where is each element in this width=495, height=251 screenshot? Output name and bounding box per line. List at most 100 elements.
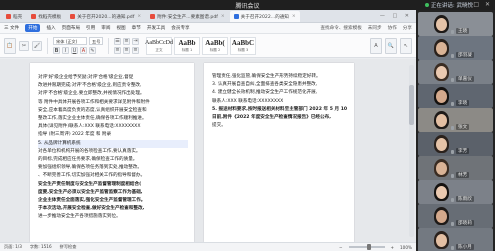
word-count[interactable]: 字数: 1516 <box>30 244 52 250</box>
menu-item[interactable]: 视图 <box>116 25 125 31</box>
document-page-1[interactable]: 对评'好'级企业给予奖励;对评'合格'级企业,督促 改进并限期完成;对评'不合格'… <box>30 63 194 242</box>
zoom-slider[interactable] <box>348 244 385 250</box>
document-text-line: 指导 (附三周评) 2022 年度 和 附录 <box>38 132 112 138</box>
participant-video-tile[interactable]: 林芳 <box>418 156 493 180</box>
document-tab[interactable]: 找稻壳模板 <box>27 11 65 22</box>
menu-right-item[interactable]: 查找命令、搜索模板 <box>320 25 361 31</box>
highlight-button[interactable]: ✎ <box>89 47 96 54</box>
menu-item[interactable]: 开发工具 <box>147 25 165 31</box>
status-bar: 页面: 1/3 字数: 1516 拼写检查 − + 100% <box>0 242 416 251</box>
participant-video-tile[interactable]: 邵羽凝 <box>418 36 493 60</box>
tab-label: 稻壳 <box>13 14 23 20</box>
document-tab[interactable]: 稻壳 <box>2 11 26 22</box>
align-center-button[interactable]: ≡ <box>123 46 130 54</box>
font-color-button[interactable]: A <box>80 47 87 54</box>
style-preset[interactable]: AaBbCcDd 正文 <box>145 36 173 55</box>
zoom-level[interactable]: 100% <box>400 245 412 250</box>
menu-item[interactable]: 章节 <box>132 25 141 31</box>
document-text-line: 安全生产责任制度与安全生产监督管理制度相结合( <box>38 181 142 187</box>
font-size-select[interactable]: 五号 <box>89 37 103 45</box>
style-preset[interactable]: AaBbC 标题 3 <box>230 36 256 55</box>
bold-button[interactable]: B <box>53 47 60 54</box>
microphone-icon <box>451 174 454 178</box>
ribbon-separator <box>108 37 109 54</box>
participant-video-tile[interactable]: 陈小月 <box>418 228 493 251</box>
font-group: 宋体 (正文) 五号 B I U A ✎ <box>53 37 103 54</box>
find-replace-button[interactable]: 🔍 <box>385 37 397 54</box>
document-text-line: 3. 认真开展自查自纠,全面排查各类安全隐患并整改, <box>212 82 318 88</box>
document-file-icon <box>70 14 76 19</box>
underline-button[interactable]: U <box>71 47 78 54</box>
zoom-in-icon[interactable]: + <box>391 245 395 250</box>
document-text-line: 改进并限期完成;对评'不合格'级企业,则应责令整改, <box>38 83 142 89</box>
spell-check-status[interactable]: 拼写检查 <box>60 244 77 250</box>
style-preset[interactable]: AaBb(标题 2 <box>202 36 228 55</box>
document-file-icon <box>6 14 11 19</box>
menu-item[interactable]: 引用 <box>86 25 95 31</box>
bullet-list-button[interactable]: ☰ <box>114 37 121 45</box>
wps-window-controls[interactable]: — □ ✕ <box>380 13 416 19</box>
format-painter-button[interactable]: 🖌 <box>32 40 42 51</box>
cut-button[interactable]: ✂ <box>19 40 29 51</box>
ribbon-toolbar: 📋 ✂ 🖌 宋体 (正文) 五号 B I U A ✎ ☰ ≡ ⇥ ≡ ≡ ≡ A… <box>0 34 416 58</box>
menu-right-item[interactable]: 协作 <box>388 25 397 31</box>
document-text-line: 管理责任,强化监管,确保安全生产形势持续稳定好转。 <box>212 74 321 79</box>
style-preset[interactable]: AaBb 标题 1 <box>174 36 200 55</box>
close-tab-icon[interactable]: × <box>221 14 225 19</box>
menu-right-item[interactable]: 分享 <box>403 25 412 31</box>
participant-face <box>436 138 447 151</box>
indent-button[interactable]: ⇥ <box>132 37 139 45</box>
participant-face <box>436 42 447 55</box>
left-margin <box>0 59 30 242</box>
menu-item[interactable]: 页面布局 <box>62 25 80 31</box>
ribbon-menu-bar: 三 文件 开始 插入 页面布局 引用 审阅 视图 章节 开发工具 会员专享 查找命令、搜索模板 未同步… <box>0 23 416 34</box>
font-name-select[interactable]: 宋体 (正文) <box>53 37 87 45</box>
tab-label: 关于召开2022...的通知 <box>240 14 289 20</box>
menu-item[interactable]: 插入 <box>46 25 55 31</box>
document-text-line: 4. 建立健全长效机制,推动安全生产工作规范化开展, <box>212 90 318 96</box>
menu-item[interactable]: 三 文件 <box>4 25 19 31</box>
align-left-button[interactable]: ≡ <box>114 46 121 54</box>
document-tab[interactable]: 关于召开2020...的通知.pdf × <box>66 11 145 22</box>
participant-video-tile[interactable]: 李晓 <box>418 84 493 108</box>
participant-video-tile[interactable]: 王晓 <box>418 12 493 36</box>
window-controls[interactable]: — □ ✕ <box>461 1 492 8</box>
document-text-line: 企业主体责任全面落实,强化安全生产监督管理工作。 <box>38 198 146 204</box>
paste-button[interactable]: 📋 <box>4 37 16 54</box>
microphone-icon <box>451 30 454 34</box>
menu-item[interactable]: 开始 <box>25 24 41 32</box>
numbered-list-button[interactable]: ≡ <box>123 37 130 45</box>
document-page-2[interactable]: 管理责任,强化监管,确保安全生产形势持续稳定好转。 3. 认真开展自查自纠,全面排… <box>204 63 354 242</box>
style-sample: AaBbCcDd <box>145 39 173 46</box>
vertical-scrollbar[interactable] <box>409 65 414 237</box>
document-text-line: 提交。 <box>212 123 226 129</box>
align-right-button[interactable]: ≡ <box>132 46 139 54</box>
italic-button[interactable]: I <box>62 47 69 54</box>
close-tab-icon[interactable]: × <box>137 14 141 19</box>
menu-right-item[interactable]: 未同步 <box>368 25 382 31</box>
zoom-out-icon[interactable]: − <box>339 245 343 250</box>
document-tab[interactable]: 附件:安全生产...要素图谱.pdf × <box>146 11 229 22</box>
style-sample: AaBb <box>178 38 196 47</box>
participant-video-tile[interactable]: 邵晓莉 <box>418 204 493 228</box>
select-button[interactable]: ↖ <box>400 37 412 54</box>
participant-face <box>436 114 447 127</box>
document-text-line: 的目标,完成相应任务要求,确保检查工作的质量。 <box>38 157 138 163</box>
participant-face <box>436 186 447 199</box>
participant-video-tile[interactable]: 陈雨欣 <box>418 180 493 204</box>
participant-face <box>436 66 447 79</box>
close-tab-icon[interactable]: × <box>292 14 296 19</box>
text-tool-button[interactable]: A <box>370 37 382 54</box>
participant-name: 邵晓莉 <box>456 220 474 226</box>
menu-item[interactable]: 审阅 <box>101 25 110 31</box>
participant-video-tile[interactable]: 李芳 <box>418 132 493 156</box>
zoom-slider-knob[interactable] <box>366 244 371 250</box>
participant-video-tile[interactable]: 张文 <box>418 108 493 132</box>
document-file-icon <box>31 14 37 19</box>
participant-video-tile[interactable]: 单嘉仪 <box>418 60 493 84</box>
participant-name: 李芳 <box>456 148 470 154</box>
scrollbar-thumb[interactable] <box>409 85 414 125</box>
participant-face <box>436 210 447 223</box>
document-tab[interactable]: 关于召开2022...的通知 × <box>229 11 300 22</box>
menu-item[interactable]: 会员专享 <box>171 25 189 31</box>
